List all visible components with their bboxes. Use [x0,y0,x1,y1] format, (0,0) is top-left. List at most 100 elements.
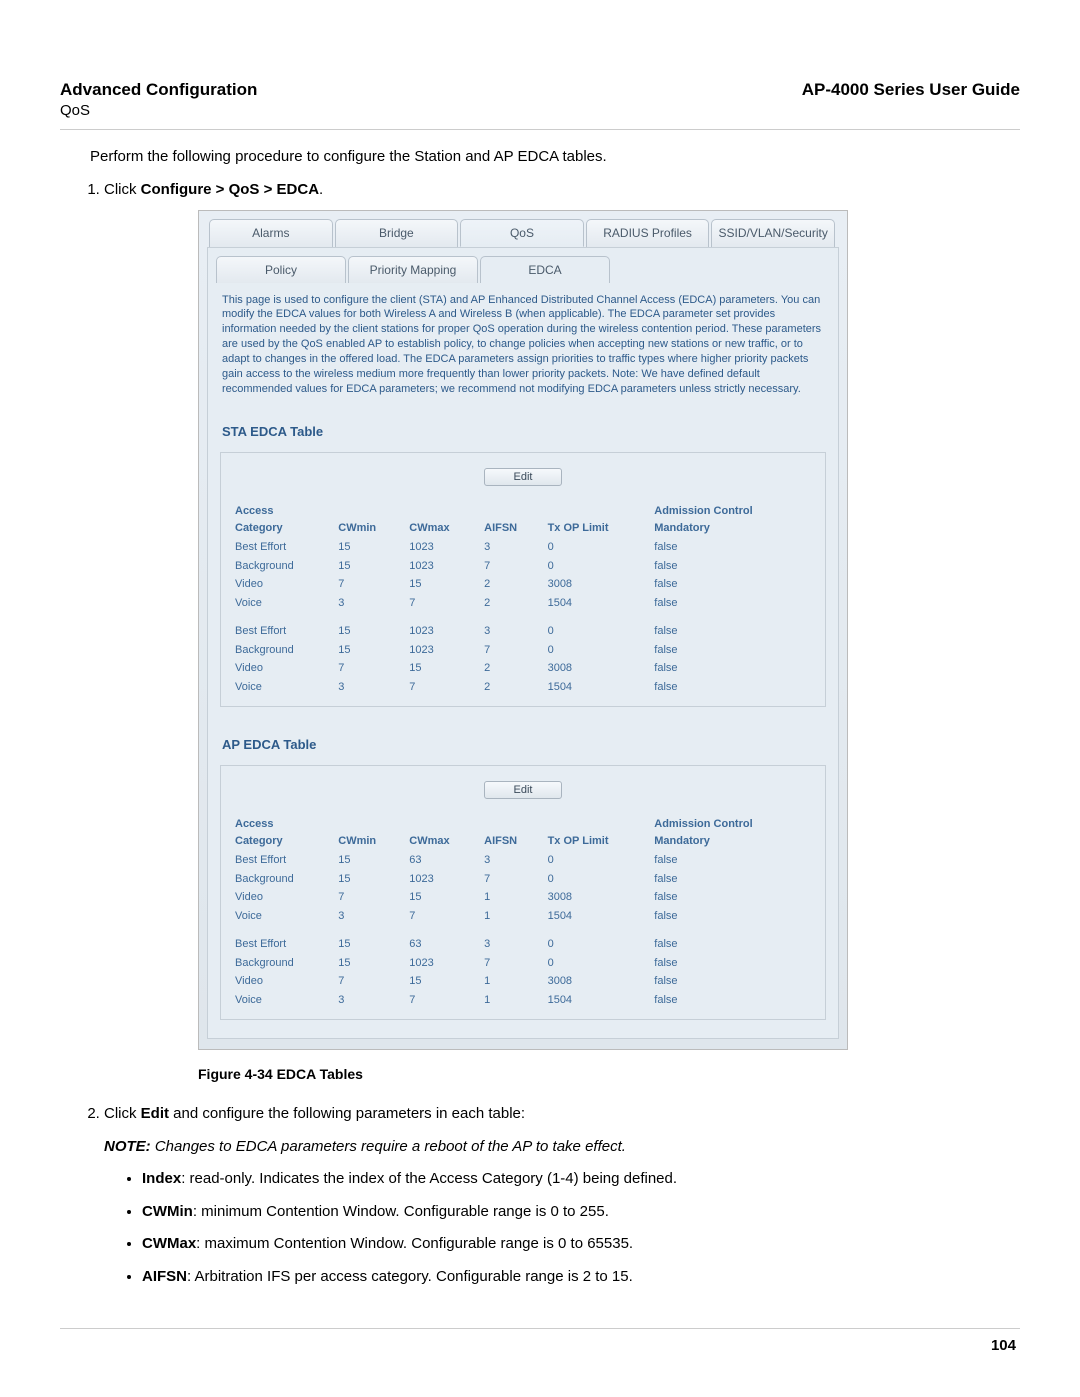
tab-alarms[interactable]: Alarms [209,219,333,247]
table-cell: false [650,538,815,557]
table-cell: 0 [544,954,651,973]
table-cell: 7 [334,972,405,991]
table-cell: 3 [480,538,543,557]
subtab-policy[interactable]: Policy [216,256,346,283]
step-1: Click Configure > QoS > EDCA. Alarms Bri… [104,179,1020,1085]
table-cell: false [650,594,815,613]
col-header: CWmax [405,814,480,851]
table-cell: 15 [405,659,480,678]
table-cell: 0 [544,557,651,576]
table-cell: Background [231,641,334,660]
table-cell: 1504 [544,594,651,613]
table-cell: 63 [405,851,480,870]
ap-edca-title: AP EDCA Table [208,711,838,759]
table-cell: 3008 [544,972,651,991]
table-cell: 15 [405,575,480,594]
table-cell: Video [231,888,334,907]
table-cell: false [650,972,815,991]
ap-edca-table: AccessCategoryCWminCWmaxAIFSNTx OP Limit… [231,814,815,1009]
table-cell: 1023 [405,557,480,576]
table-cell: false [650,641,815,660]
step-2-text: Click Edit and configure the following p… [104,1105,525,1122]
step-2-note: NOTE: Changes to EDCA parameters require… [104,1136,1020,1159]
subtab-priority-mapping[interactable]: Priority Mapping [348,256,478,283]
table-cell: 1023 [405,641,480,660]
table-cell: Voice [231,991,334,1010]
sta-edit-button[interactable]: Edit [484,468,562,486]
table-cell: 3 [334,594,405,613]
col-header: CWmin [334,814,405,851]
sta-edca-table: AccessCategoryCWminCWmaxAIFSNTx OP Limit… [231,501,815,696]
col-header: Admission ControlMandatory [650,501,815,538]
table-cell: false [650,888,815,907]
table-cell: 15 [334,622,405,641]
table-cell: 3 [480,851,543,870]
table-cell: 0 [544,851,651,870]
table-cell: Video [231,972,334,991]
table-cell: false [650,575,815,594]
table-row: Video71513008false [231,972,815,991]
table-cell: 15 [334,557,405,576]
table-cell: 7 [405,678,480,697]
doc-header: Advanced Configuration QoS AP-4000 Serie… [60,80,1020,119]
top-tabbar: Alarms Bridge QoS RADIUS Profiles SSID/V… [199,211,847,247]
list-item: Index: read-only. Indicates the index of… [142,1168,1020,1191]
table-cell: 15 [334,538,405,557]
table-cell: 15 [334,851,405,870]
table-cell: 15 [334,641,405,660]
table-cell: 7 [405,594,480,613]
col-header: Tx OP Limit [544,501,651,538]
table-cell: 15 [405,888,480,907]
tab-qos[interactable]: QoS [460,219,584,247]
table-cell: 3 [334,678,405,697]
table-cell: Best Effort [231,622,334,641]
subtab-edca[interactable]: EDCA [480,256,610,283]
table-cell: Video [231,575,334,594]
table-cell: false [650,991,815,1010]
table-cell: false [650,557,815,576]
table-cell: 0 [544,641,651,660]
doc-subsection: QoS [60,102,257,119]
table-cell: 1 [480,991,543,1010]
table-cell: 7 [405,907,480,926]
list-item: CWMax: maximum Contention Window. Config… [142,1233,1020,1256]
table-cell: Background [231,557,334,576]
table-cell: Background [231,870,334,889]
table-cell: 7 [480,870,543,889]
table-row: Voice3721504false [231,594,815,613]
sta-edit-row: Edit [231,465,815,488]
figure-caption: Figure 4-34 EDCA Tables [198,1064,1020,1085]
col-header: AccessCategory [231,814,334,851]
table-cell: false [650,870,815,889]
table-cell: 1 [480,972,543,991]
table-cell: Best Effort [231,538,334,557]
ap-edit-button[interactable]: Edit [484,781,562,799]
table-cell: 3008 [544,659,651,678]
doc-section-title: Advanced Configuration [60,80,257,100]
ap-edca-frame: Edit AccessCategoryCWminCWmaxAIFSNTx OP … [220,765,826,1021]
sub-tabbar: Policy Priority Mapping EDCA [208,248,838,283]
table-row: Background15102370false [231,870,815,889]
ap-edit-row: Edit [231,778,815,801]
tab-ssid-vlan-security[interactable]: SSID/VLAN/Security [711,219,835,247]
table-cell: 1023 [405,538,480,557]
table-cell: 7 [480,954,543,973]
edca-screenshot: Alarms Bridge QoS RADIUS Profiles SSID/V… [198,210,848,1051]
table-cell: 2 [480,594,543,613]
table-row: Background15102370false [231,557,815,576]
tab-bridge[interactable]: Bridge [335,219,459,247]
table-cell: 15 [334,935,405,954]
sta-edca-title: STA EDCA Table [208,398,838,446]
table-cell: Voice [231,907,334,926]
tab-radius-profiles[interactable]: RADIUS Profiles [586,219,710,247]
table-cell: false [650,907,815,926]
table-row: Voice3711504false [231,991,815,1010]
col-header: AIFSN [480,814,543,851]
table-cell: 1023 [405,622,480,641]
table-cell: Best Effort [231,935,334,954]
table-cell: 0 [544,935,651,954]
table-row: Voice3721504false [231,678,815,697]
table-cell: 1023 [405,870,480,889]
doc-guide-title: AP-4000 Series User Guide [802,80,1020,100]
table-cell: 1504 [544,907,651,926]
